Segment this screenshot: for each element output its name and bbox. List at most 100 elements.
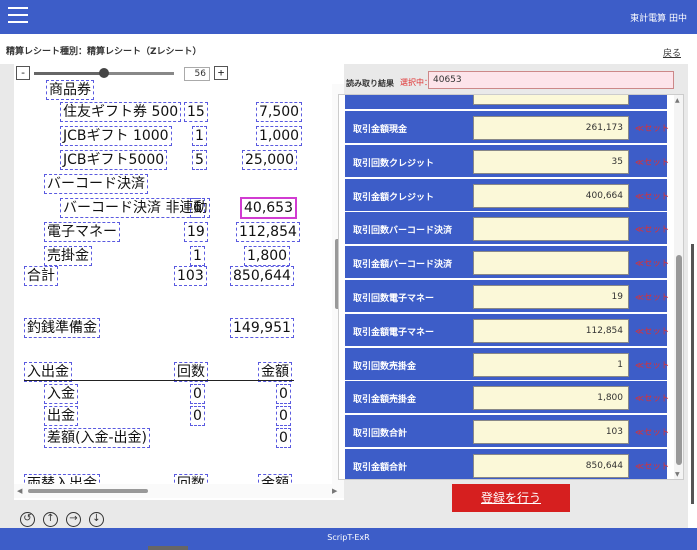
receipt-credit-sale-count[interactable]: 1: [190, 246, 205, 266]
receipt-change-fund-label[interactable]: 釣銭準備金: [24, 318, 100, 338]
read-result-panel: 取引金額現金 261,173 ≪セット 取引回数クレジット 35 ≪セット 取引金額クレジッ…: [338, 94, 684, 480]
back-link[interactable]: 戻る: [663, 46, 681, 59]
result-row: 取引金額クレジット 400,664 ≪セット: [345, 178, 669, 213]
result-row-partial: [345, 95, 667, 109]
set-button[interactable]: ≪セット: [635, 223, 669, 235]
document-type-label: 精算レシート種別：精算レシート（Zレシート）: [6, 47, 202, 57]
receipt-diff-amount[interactable]: 0: [276, 428, 291, 448]
receipt-image-viewer: - 56 + 商品券 住友ギフト券 500 15 7,500 JCBギフト 10…: [14, 64, 344, 500]
user-name: 東計電算 田中: [630, 14, 687, 24]
receipt-emoney-amount[interactable]: 112,854: [236, 222, 300, 242]
zoom-slider-handle[interactable]: [99, 68, 109, 78]
receipt-jcb5000-count[interactable]: 5: [192, 150, 207, 170]
selected-value-field[interactable]: 40653: [428, 71, 674, 89]
arrow-right-icon[interactable]: →: [66, 512, 81, 527]
receipt-divider: [24, 380, 294, 381]
receipt-emoney-count[interactable]: 19: [184, 222, 208, 242]
result-value-field[interactable]: 19: [473, 285, 629, 309]
receipt-jcb1000-count[interactable]: 1: [192, 126, 207, 146]
result-value-field[interactable]: 1,800: [473, 386, 629, 411]
result-row-label: 取引回数合計: [353, 429, 408, 440]
result-row: 取引回数合計 103 ≪セット: [345, 415, 669, 450]
result-value-field[interactable]: 1: [473, 352, 629, 377]
receipt-jcb1000-amount[interactable]: 1,000: [256, 126, 303, 146]
receipt-jcb1000-label[interactable]: JCBギフト 1000: [60, 126, 172, 146]
set-button[interactable]: ≪セット: [635, 325, 669, 337]
set-button[interactable]: ≪セット: [635, 426, 669, 438]
viewer-horizontal-scrollbar[interactable]: ◀ ▶: [14, 484, 344, 498]
set-button[interactable]: ≪セット: [635, 460, 669, 472]
result-value-field[interactable]: 850,644: [473, 454, 629, 478]
set-button[interactable]: ≪セット: [635, 122, 669, 134]
set-button[interactable]: ≪セット: [635, 359, 669, 371]
receipt-credit-sale-label[interactable]: 売掛金: [44, 246, 92, 266]
zoom-in-button[interactable]: +: [214, 66, 228, 80]
receipt-image: 商品券 住友ギフト券 500 15 7,500 JCBギフト 1000 1 1,…: [14, 80, 344, 494]
result-value-partial[interactable]: [473, 95, 629, 105]
receipt-deposit-label[interactable]: 入金: [44, 384, 78, 404]
scroll-down-icon[interactable]: ▼: [675, 471, 680, 478]
receipt-change-fund-amount[interactable]: 149,951: [230, 318, 294, 338]
result-value-field[interactable]: 35: [473, 149, 629, 174]
receipt-sumitomo-count[interactable]: 15: [184, 102, 208, 122]
result-value-field[interactable]: 400,664: [473, 183, 629, 208]
result-row-label: 取引金額電子マネー: [353, 327, 435, 338]
result-row-label: 取引回数バーコード決済: [353, 226, 453, 237]
result-row: 取引回数電子マネー 19 ≪セット: [345, 280, 669, 314]
result-value-field[interactable]: 103: [473, 420, 629, 445]
result-row: 取引金額バーコード決済 ≪セット: [345, 246, 669, 281]
set-button[interactable]: ≪セット: [635, 257, 669, 269]
receipt-sumitomo-label[interactable]: 住友ギフト券 500: [60, 102, 182, 122]
arrow-up-icon[interactable]: ↑: [43, 512, 58, 527]
result-value-field[interactable]: 112,854: [473, 318, 629, 343]
receipt-barcode-section[interactable]: バーコード決済: [44, 174, 148, 194]
set-button[interactable]: ≪セット: [635, 392, 669, 404]
set-button[interactable]: ≪セット: [635, 156, 669, 168]
scroll-right-icon[interactable]: ▶: [332, 487, 337, 495]
register-button[interactable]: 登録を行う: [452, 484, 570, 512]
receipt-io-amount-header[interactable]: 金額: [258, 362, 292, 382]
result-value-field[interactable]: [473, 251, 629, 276]
receipt-withdraw-count[interactable]: 0: [190, 406, 205, 426]
receipt-total-count[interactable]: 103: [174, 266, 207, 286]
result-row: 取引回数バーコード決済 ≪セット: [345, 212, 669, 247]
receipt-gift-section[interactable]: 商品券: [46, 80, 94, 100]
zoom-value: 56: [184, 67, 210, 81]
result-row: 取引金額現金 261,173 ≪セット: [345, 111, 669, 145]
result-row: 取引金額電子マネー 112,854 ≪セット: [345, 313, 669, 348]
set-button[interactable]: ≪セット: [635, 190, 669, 202]
receipt-emoney-label[interactable]: 電子マネー: [44, 222, 120, 242]
rotate-left-icon[interactable]: ↺: [20, 512, 35, 527]
result-scrollbar[interactable]: ▲ ▼: [674, 95, 683, 479]
result-value-field[interactable]: 261,173: [473, 116, 629, 140]
receipt-withdraw-label[interactable]: 出金: [44, 406, 78, 426]
arrow-down-icon[interactable]: ↓: [89, 512, 104, 527]
receipt-barcode-amount-selected[interactable]: 40,653: [240, 197, 297, 219]
receipt-barcode-label[interactable]: バーコード決済 非連動: [60, 198, 211, 218]
hamburger-menu-icon[interactable]: [8, 7, 28, 25]
receipt-jcb5000-label[interactable]: JCBギフト5000: [60, 150, 168, 170]
page-scroll-thumb[interactable]: [691, 244, 694, 504]
page-scrollbar[interactable]: [688, 64, 697, 528]
receipt-sumitomo-amount[interactable]: 7,500: [256, 102, 303, 122]
result-row: 取引金額売掛金 1,800 ≪セット: [345, 381, 669, 416]
receipt-deposit-count[interactable]: 0: [190, 384, 205, 404]
scroll-up-icon[interactable]: ▲: [675, 97, 680, 104]
scroll-left-icon[interactable]: ◀: [17, 487, 22, 495]
result-value-field[interactable]: [473, 217, 629, 242]
receipt-io-count-header[interactable]: 回数: [174, 362, 208, 382]
receipt-diff-label[interactable]: 差額(入金-出金): [44, 428, 150, 448]
receipt-jcb5000-amount[interactable]: 25,000: [242, 150, 297, 170]
receipt-deposit-amount[interactable]: 0: [276, 384, 291, 404]
set-button[interactable]: ≪セット: [635, 291, 669, 303]
receipt-io-label[interactable]: 入出金: [24, 362, 72, 382]
viewer-horizontal-scroll-thumb[interactable]: [28, 489, 148, 493]
result-scroll-thumb[interactable]: [676, 255, 682, 465]
receipt-total-amount[interactable]: 850,644: [230, 266, 294, 286]
footer-tab-indicator: [148, 546, 188, 550]
zoom-out-button[interactable]: -: [16, 66, 30, 80]
receipt-credit-sale-amount[interactable]: 1,800: [244, 246, 291, 266]
receipt-total-label[interactable]: 合計: [24, 266, 58, 286]
receipt-withdraw-amount[interactable]: 0: [276, 406, 291, 426]
receipt-barcode-count[interactable]: 6: [190, 198, 205, 218]
